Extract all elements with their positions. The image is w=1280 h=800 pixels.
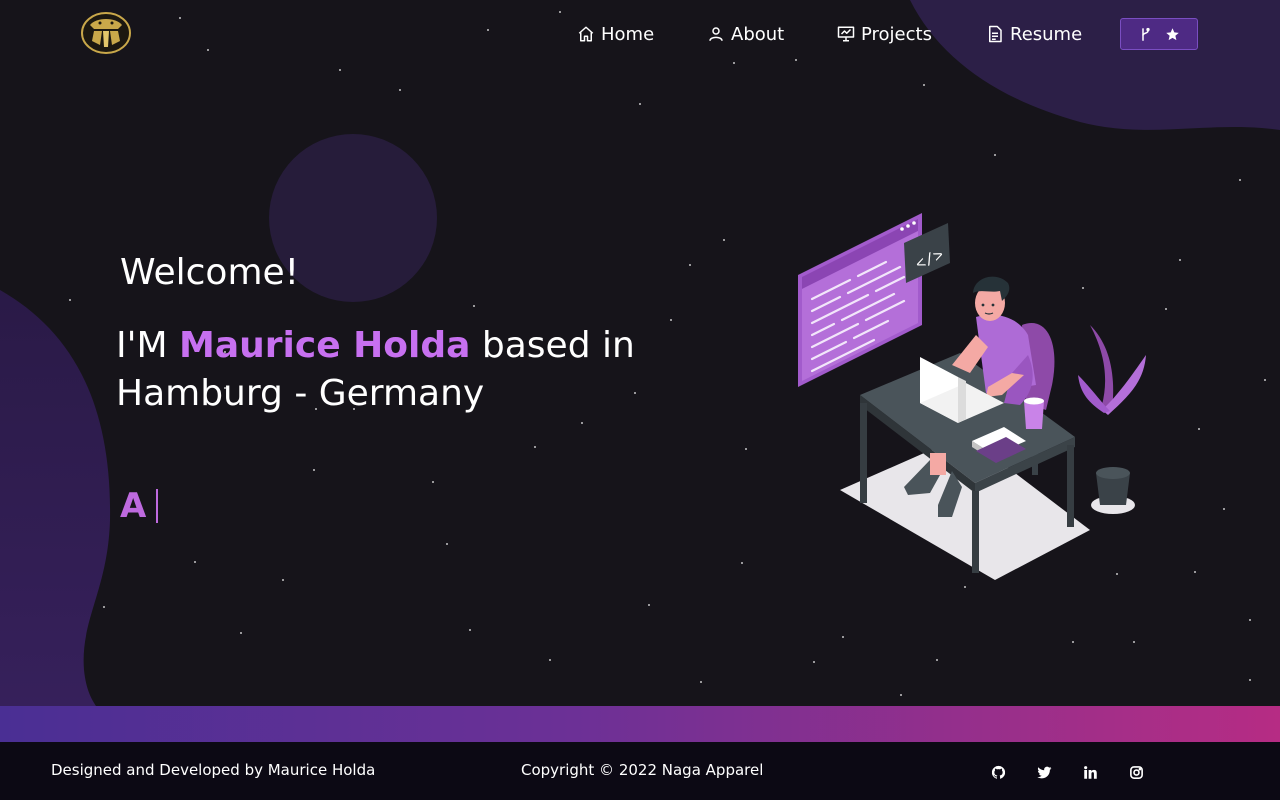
home-icon [578, 26, 594, 42]
nav-about[interactable]: About [707, 22, 784, 46]
git-fork-icon [1142, 27, 1150, 41]
github-link[interactable] [990, 764, 1006, 780]
gradient-divider [0, 706, 1280, 742]
nav-home-label: Home [601, 23, 655, 45]
linkedin-icon [1083, 765, 1097, 779]
instagram-icon [1129, 765, 1143, 779]
twitter-icon [1036, 766, 1051, 778]
twitter-link[interactable] [1036, 764, 1052, 780]
nav-home[interactable]: Home [577, 22, 654, 46]
nav-resume-label: Resume [1010, 23, 1083, 45]
intro-prefix: I'M [116, 325, 168, 366]
greeting-heading: Welcome! [120, 252, 300, 293]
nav-projects-label: Projects [861, 23, 932, 45]
user-icon [709, 27, 723, 41]
footer: Designed and Developed by Maurice Holda … [0, 742, 1280, 800]
naga-crest-logo[interactable] [80, 11, 132, 55]
typewriter-text: A [120, 484, 159, 528]
instagram-link[interactable] [1128, 764, 1144, 780]
typewriter-value: A [120, 486, 147, 526]
footer-copyright: Copyright © 2022 Naga Apparel [521, 761, 764, 779]
navbar: Home About Projects Resume [0, 0, 1280, 70]
star-icon [1166, 27, 1179, 40]
developer-name: Maurice Holda [179, 325, 471, 366]
nav-about-label: About [731, 23, 785, 45]
intro-text: I'M Maurice Holda based in Hamburg - Ger… [116, 322, 676, 418]
linkedin-link[interactable] [1082, 764, 1098, 780]
typewriter-cursor [156, 489, 159, 523]
nav-resume[interactable]: Resume [986, 22, 1082, 46]
document-icon [989, 25, 1002, 43]
github-repo-button[interactable] [1120, 18, 1198, 50]
footer-designed-by: Designed and Developed by Maurice Holda [51, 761, 376, 779]
developer-at-desk-illustration: </> [798, 213, 1146, 580]
github-icon [991, 765, 1005, 779]
left-purple-blob [0, 290, 111, 706]
presentation-icon [837, 26, 855, 42]
nav-projects[interactable]: Projects [837, 22, 932, 46]
